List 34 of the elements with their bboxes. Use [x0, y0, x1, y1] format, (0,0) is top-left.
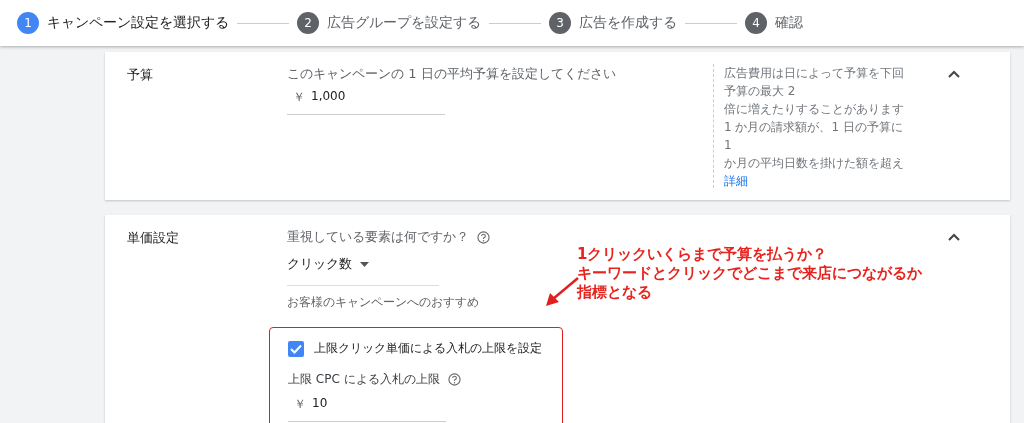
section-label: 単価設定 [126, 229, 180, 247]
help-icon[interactable] [477, 230, 490, 244]
focus-dropdown[interactable]: クリック数 [287, 246, 439, 286]
annotation-text: 指標となる [577, 283, 653, 302]
note-text: か月の平均日数を掛けた額を超え [724, 155, 905, 172]
note-text: 広告費用は日によって予算を下回 [724, 65, 905, 82]
details-link[interactable]: 詳細 [724, 174, 748, 188]
caret-icon [360, 261, 369, 267]
cpc-input-field[interactable]: ￥ 10 [288, 390, 446, 422]
note-text: 予算の最大 2 [724, 83, 797, 100]
checkbox[interactable] [288, 340, 304, 357]
step-label[interactable]: 広告グループを設定する [327, 14, 481, 32]
help-icon[interactable] [447, 373, 461, 386]
budget-prompt: このキャンペーンの 1 日の平均予算を設定してください [287, 65, 617, 83]
collapse-icon[interactable] [948, 70, 960, 78]
annotation-text: キーワードとクリックでどこまで来店につながるか [577, 264, 922, 283]
cpc-label: 上限 CPC による入札の上限 [288, 371, 440, 388]
step-number[interactable]: 4 [745, 12, 767, 34]
note-text: 1 [724, 137, 733, 154]
step-number[interactable]: 3 [549, 12, 571, 34]
section-label: 予算 [126, 66, 154, 84]
note-text: 1 か月の請求額が、1 日の予算に [724, 119, 904, 136]
checkbox-label: 上限クリック単価による入札の上限を設定 [314, 340, 542, 357]
recommendation-text: お客様のキャンペーンへのおすすめ [287, 294, 480, 311]
collapse-icon[interactable] [948, 233, 960, 241]
step-number[interactable]: 1 [17, 12, 39, 34]
question-text: 重視している要素は何ですか？ [287, 228, 469, 246]
step-number[interactable]: 2 [297, 12, 319, 34]
note-text: 倍に増えたりすることがあります [724, 101, 905, 118]
step-label[interactable]: キャンペーン設定を選択する [47, 14, 229, 32]
step-label[interactable]: 確認 [775, 14, 803, 32]
budget-input-field[interactable]: ￥ 1,000 [287, 83, 445, 115]
step-label[interactable]: 広告を作成する [579, 14, 677, 32]
annotation-text: 1クリックいくらまで予算を払うか？ [577, 245, 829, 264]
